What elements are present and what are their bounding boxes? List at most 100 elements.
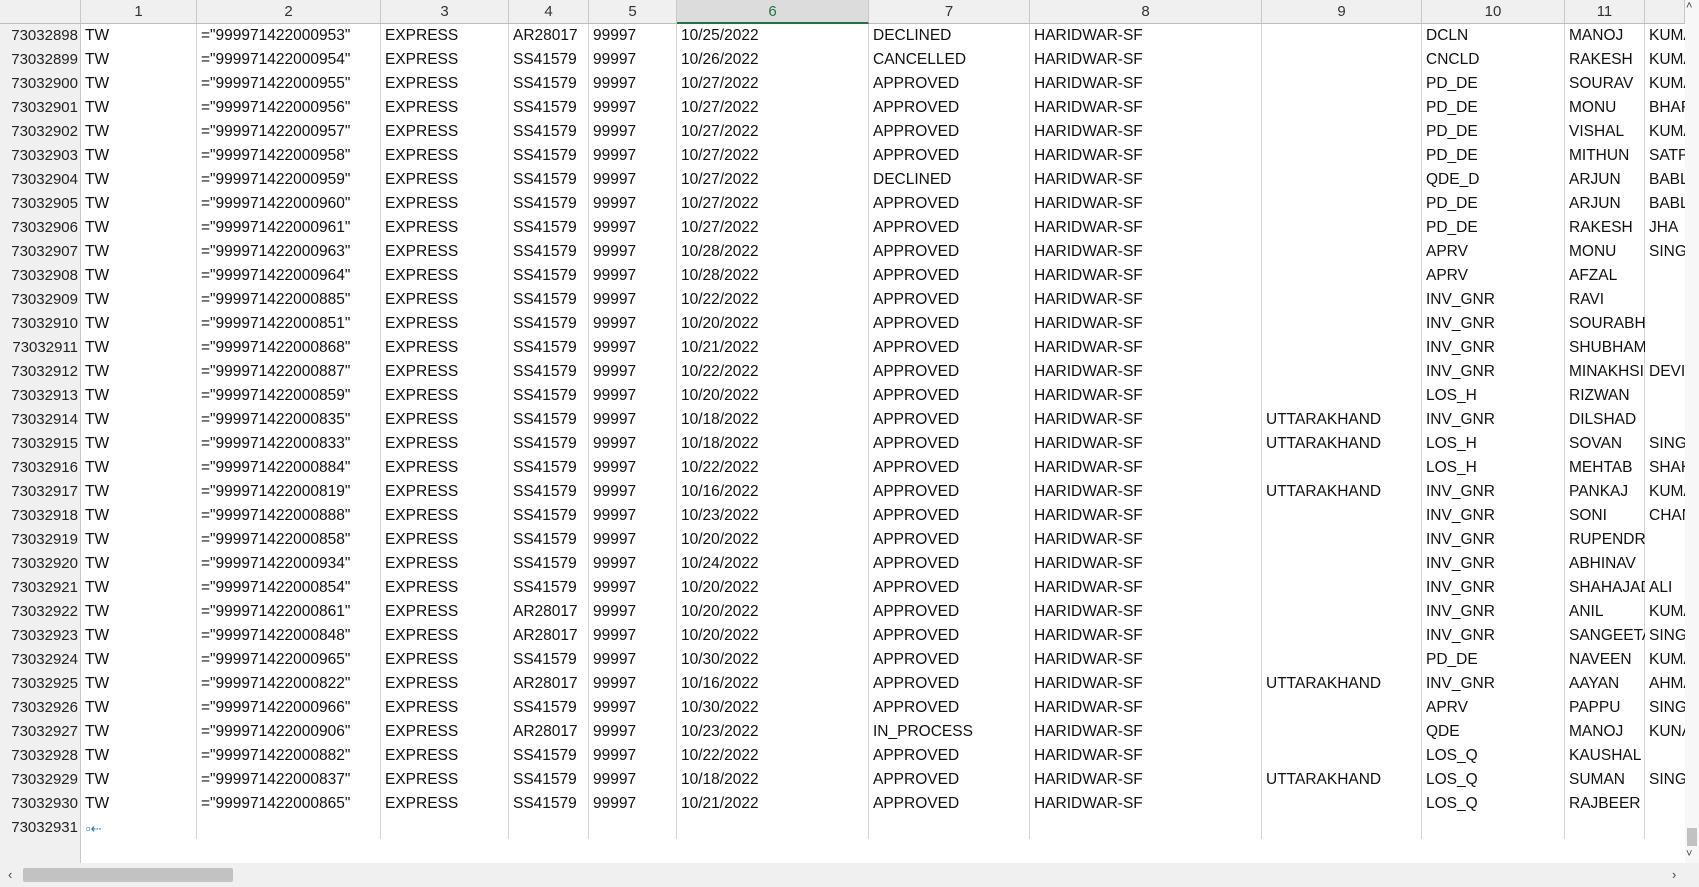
table-cell[interactable]: APPROVED xyxy=(869,624,1030,648)
table-cell[interactable]: EXPRESS xyxy=(381,504,509,528)
table-cell[interactable]: 99997 xyxy=(589,48,677,72)
table-cell[interactable]: APPROVED xyxy=(869,528,1030,552)
table-cell[interactable]: UTTARAKHAND xyxy=(1262,432,1422,456)
table-cell[interactable]: SHAHAJAD xyxy=(1565,576,1645,600)
table-cell[interactable]: APRV xyxy=(1422,264,1565,288)
table-cell[interactable]: ABHINAV xyxy=(1565,552,1645,576)
table-cell[interactable]: APPROVED xyxy=(869,480,1030,504)
table-cell[interactable]: 10/18/2022 xyxy=(677,768,869,792)
table-cell[interactable] xyxy=(1262,168,1422,192)
table-cell[interactable]: SS41579 xyxy=(509,48,589,72)
table-cell[interactable]: ="999971422000954" xyxy=(197,48,381,72)
table-cell[interactable]: 99997 xyxy=(589,408,677,432)
table-cell[interactable]: 99997 xyxy=(589,600,677,624)
table-cell[interactable]: 10/16/2022 xyxy=(677,672,869,696)
table-cell[interactable]: SS41579 xyxy=(509,792,589,816)
table-cell[interactable]: EXPRESS xyxy=(381,72,509,96)
table-cell[interactable]: APPROVED xyxy=(869,696,1030,720)
table-cell[interactable]: EXPRESS xyxy=(381,720,509,744)
table-cell[interactable]: HARIDWAR-SF xyxy=(1030,456,1262,480)
table-cell[interactable] xyxy=(1645,336,1685,360)
column-header-1[interactable]: 1 xyxy=(81,0,197,24)
row-header[interactable]: 73032909 xyxy=(0,288,80,312)
table-cell[interactable]: 99997 xyxy=(589,744,677,768)
table-cell[interactable]: 10/16/2022 xyxy=(677,480,869,504)
table-cell[interactable]: SS41579 xyxy=(509,648,589,672)
table-cell[interactable]: ="999971422000837" xyxy=(197,768,381,792)
table-cell[interactable]: 99997 xyxy=(589,264,677,288)
table-cell[interactable]: PD_DE xyxy=(1422,648,1565,672)
table-cell[interactable]: MITHUN xyxy=(1565,144,1645,168)
row-header[interactable]: 73032927 xyxy=(0,720,80,744)
table-cell[interactable]: AR28017 xyxy=(509,672,589,696)
table-cell[interactable]: SOURABH xyxy=(1565,312,1645,336)
table-cell[interactable]: APPROVED xyxy=(869,408,1030,432)
column-header-partial[interactable] xyxy=(1645,0,1685,24)
row-header[interactable]: 73032915 xyxy=(0,432,80,456)
new-row[interactable]: 73032931 ▫⇠ xyxy=(0,816,1685,840)
table-cell[interactable]: APPROVED xyxy=(869,360,1030,384)
table-cell[interactable] xyxy=(1262,72,1422,96)
table-cell[interactable]: APPROVED xyxy=(869,432,1030,456)
table-cell[interactable]: 10/26/2022 xyxy=(677,48,869,72)
table-cell[interactable]: AR28017 xyxy=(509,624,589,648)
table-cell[interactable]: 10/22/2022 xyxy=(677,456,869,480)
table-cell[interactable]: QDE xyxy=(1422,720,1565,744)
table-cell[interactable]: 99997 xyxy=(589,144,677,168)
table-cell[interactable]: 10/21/2022 xyxy=(677,336,869,360)
table-cell[interactable]: HARIDWAR-SF xyxy=(1030,216,1262,240)
table-cell[interactable]: HARIDWAR-SF xyxy=(1030,192,1262,216)
row-header[interactable]: 73032902 xyxy=(0,120,80,144)
row-header[interactable]: 73032903 xyxy=(0,144,80,168)
row-header[interactable]: 73032924 xyxy=(0,648,80,672)
table-cell[interactable]: HARIDWAR-SF xyxy=(1030,384,1262,408)
table-cell[interactable]: DECLINED xyxy=(869,24,1030,48)
table-cell[interactable] xyxy=(1262,240,1422,264)
table-cell[interactable]: 99997 xyxy=(589,24,677,48)
table-cell[interactable]: BABLU xyxy=(1645,192,1685,216)
table-cell[interactable]: DCLN xyxy=(1422,24,1565,48)
table-cell[interactable]: 10/27/2022 xyxy=(677,192,869,216)
table-cell[interactable] xyxy=(1262,744,1422,768)
table-cell[interactable]: 10/25/2022 xyxy=(677,24,869,48)
table-cell[interactable]: KUMAR xyxy=(1645,24,1685,48)
table-cell[interactable] xyxy=(1262,216,1422,240)
table-cell[interactable]: 99997 xyxy=(589,552,677,576)
table-cell[interactable]: 10/21/2022 xyxy=(677,792,869,816)
row-header[interactable]: 73032912 xyxy=(0,360,80,384)
table-cell[interactable]: APRV xyxy=(1422,240,1565,264)
table-cell[interactable]: EXPRESS xyxy=(381,48,509,72)
table-cell[interactable]: HARIDWAR-SF xyxy=(1030,432,1262,456)
table-cell[interactable]: TW xyxy=(81,600,197,624)
table-cell[interactable]: SS41579 xyxy=(509,504,589,528)
table-cell[interactable]: RAVI xyxy=(1565,288,1645,312)
table-cell[interactable]: 10/27/2022 xyxy=(677,168,869,192)
table-cell[interactable] xyxy=(1262,456,1422,480)
table-cell[interactable]: TW xyxy=(81,72,197,96)
table-cell[interactable]: 10/24/2022 xyxy=(677,552,869,576)
table-cell[interactable]: EXPRESS xyxy=(381,576,509,600)
table-cell[interactable]: APPROVED xyxy=(869,144,1030,168)
table-cell[interactable]: APPROVED xyxy=(869,72,1030,96)
row-header[interactable]: 73032922 xyxy=(0,600,80,624)
table-cell[interactable]: APPROVED xyxy=(869,264,1030,288)
table-cell[interactable]: SS41579 xyxy=(509,144,589,168)
table-cell[interactable]: PD_DE xyxy=(1422,72,1565,96)
table-cell[interactable]: LOS_Q xyxy=(1422,744,1565,768)
table-cell[interactable]: 99997 xyxy=(589,336,677,360)
table-cell[interactable]: ="999971422000956" xyxy=(197,96,381,120)
table-cell[interactable] xyxy=(1645,408,1685,432)
table-cell[interactable]: QDE_D xyxy=(1422,168,1565,192)
table-cell[interactable]: HARIDWAR-SF xyxy=(1030,264,1262,288)
table-cell[interactable]: PD_DE xyxy=(1422,216,1565,240)
table-cell[interactable]: INV_GNR xyxy=(1422,288,1565,312)
table-cell[interactable]: TW xyxy=(81,24,197,48)
table-cell[interactable]: TW xyxy=(81,96,197,120)
table-cell[interactable]: EXPRESS xyxy=(381,696,509,720)
table-cell[interactable]: 10/20/2022 xyxy=(677,528,869,552)
table-cell[interactable]: MANOJ xyxy=(1565,24,1645,48)
table-cell[interactable]: ="999971422000868" xyxy=(197,336,381,360)
table-cell[interactable]: APPROVED xyxy=(869,552,1030,576)
table-cell[interactable]: 99997 xyxy=(589,120,677,144)
table-cell[interactable]: TW xyxy=(81,792,197,816)
